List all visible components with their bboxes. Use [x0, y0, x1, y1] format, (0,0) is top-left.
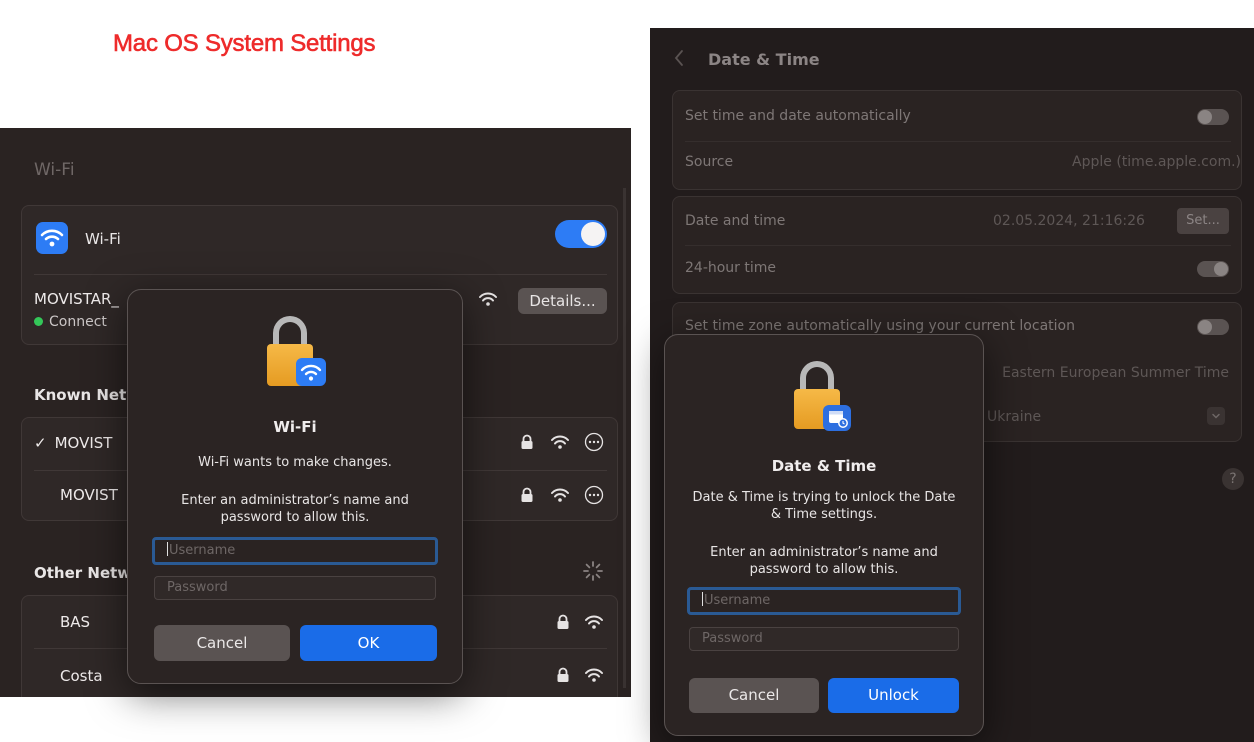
- dialog-instruction: Enter an administrator’s name and passwo…: [181, 493, 409, 525]
- lock-icon: [556, 667, 570, 687]
- lock-icon: [556, 614, 570, 634]
- time-zone-value: Eastern European Summer Time: [1002, 365, 1229, 381]
- wifi-page-header: Wi-Fi: [34, 160, 75, 180]
- lock-icon: [520, 487, 534, 507]
- list-item[interactable]: BAS: [60, 613, 90, 631]
- dialog-message: Wi-Fi wants to make changes.: [198, 455, 392, 470]
- lock-icon: [793, 361, 859, 433]
- username-input[interactable]: Username: [152, 537, 438, 565]
- 24-hour-label: 24-hour time: [685, 260, 777, 276]
- loading-spinner-icon: [582, 560, 604, 586]
- date-time-auth-dialog: Date & Time Date & Time is trying to unl…: [664, 334, 984, 736]
- back-chevron-icon[interactable]: [674, 49, 684, 72]
- list-item[interactable]: MOVIST: [60, 486, 118, 504]
- auto-time-card: Set time and date automatically Source A…: [672, 90, 1242, 190]
- lock-icon: [520, 434, 534, 454]
- divider: [34, 274, 607, 275]
- divider: [685, 141, 1231, 142]
- tz-auto-toggle[interactable]: [1197, 319, 1229, 335]
- ok-button[interactable]: OK: [300, 625, 437, 661]
- cancel-button[interactable]: Cancel: [154, 625, 290, 661]
- list-item[interactable]: ✓ MOVIST: [34, 434, 112, 452]
- username-input[interactable]: Username: [687, 587, 961, 615]
- wifi-auth-dialog: Wi-Fi Wi-Fi wants to make changes. Enter…: [127, 289, 463, 684]
- wifi-signal-icon: [584, 613, 604, 635]
- 24-hour-toggle[interactable]: [1197, 261, 1229, 277]
- auto-time-toggle[interactable]: [1197, 109, 1229, 125]
- wifi-signal-icon: [550, 486, 570, 508]
- page-title: Date & Time: [708, 50, 820, 69]
- more-icon[interactable]: [584, 485, 604, 509]
- date-time-card: Date and time 02.05.2024, 21:16:26 Set..…: [672, 196, 1242, 294]
- auto-time-label: Set time and date automatically: [685, 108, 911, 124]
- closest-city-value[interactable]: Ukraine: [987, 409, 1041, 425]
- calendar-badge-icon: [823, 405, 851, 431]
- wifi-badge-icon: [296, 358, 326, 386]
- dialog-title: Wi-Fi: [273, 418, 317, 436]
- status-dot: [34, 317, 43, 326]
- dialog-instruction: Enter an administrator’s name and passwo…: [710, 545, 938, 577]
- password-input[interactable]: Password: [154, 576, 436, 600]
- password-input[interactable]: Password: [689, 627, 959, 651]
- date-time-value: 02.05.2024, 21:16:26: [993, 213, 1145, 229]
- wifi-signal-icon: [584, 666, 604, 688]
- chevron-down-icon[interactable]: [1207, 407, 1225, 425]
- cancel-button[interactable]: Cancel: [689, 678, 819, 713]
- known-networks-header: Known Netw: [34, 386, 141, 404]
- source-label: Source: [685, 154, 734, 170]
- more-icon[interactable]: [584, 432, 604, 456]
- wifi-signal-icon: [478, 290, 498, 312]
- dialog-message: Date & Time is trying to unlock the Date…: [692, 490, 956, 522]
- set-button[interactable]: Set...: [1177, 208, 1229, 234]
- scrollbar[interactable]: [623, 188, 626, 688]
- list-item[interactable]: Costa: [60, 667, 103, 685]
- date-time-label: Date and time: [685, 213, 786, 229]
- wifi-toggle[interactable]: [555, 220, 607, 248]
- other-networks-header: Other Netw: [34, 564, 132, 582]
- unlock-button[interactable]: Unlock: [828, 678, 959, 713]
- tz-auto-label: Set time zone automatically using your c…: [685, 318, 1075, 334]
- lock-icon: [264, 316, 330, 392]
- wifi-icon: [36, 222, 68, 254]
- wifi-signal-icon: [550, 433, 570, 455]
- page-title: Mac OS System Settings: [113, 30, 376, 58]
- divider: [685, 245, 1231, 246]
- wifi-label: Wi-Fi: [85, 230, 121, 248]
- dialog-title: Date & Time: [771, 457, 877, 475]
- connection-status: Connect: [34, 314, 107, 330]
- source-value: Apple (time.apple.com.): [1072, 154, 1241, 170]
- help-button[interactable]: ?: [1222, 468, 1244, 490]
- current-network-name: MOVISTAR_: [34, 290, 119, 308]
- details-button[interactable]: Details...: [518, 288, 607, 314]
